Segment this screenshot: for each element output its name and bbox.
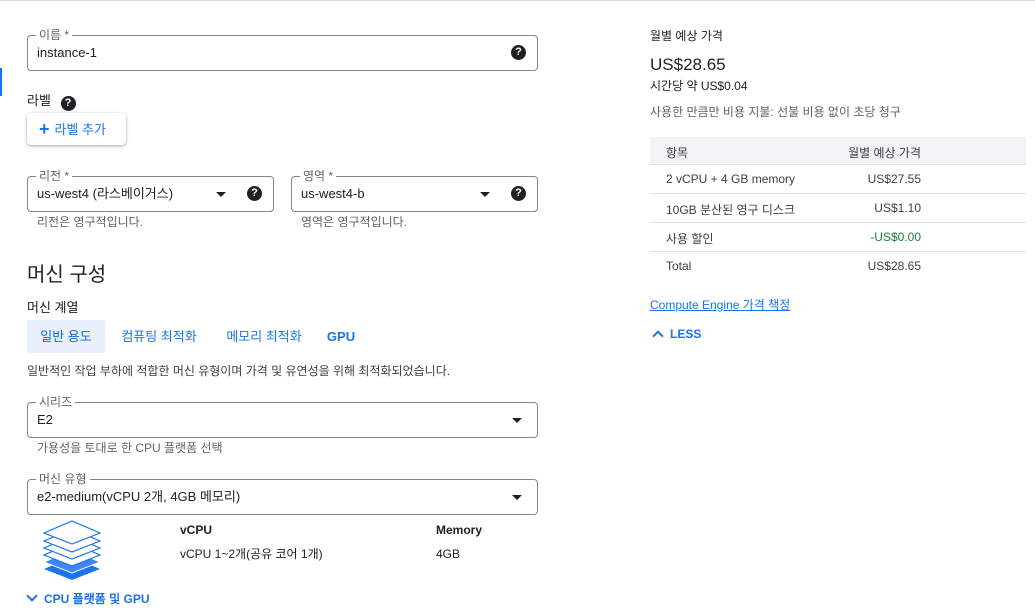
help-icon[interactable]: ? [247,186,262,201]
cpu-platform-gpu-toggle[interactable]: CPU 플랫폼 및 GPU [26,590,150,607]
zone-select-label: 영역 * [300,168,337,184]
zone-select[interactable]: 영역 * us-west4-b ? [291,168,538,212]
tab-memory-optimized[interactable]: 메모리 최적화 [216,320,312,353]
add-label-button[interactable]: + 라벨 추가 [27,113,126,145]
row-item: Total [666,259,692,273]
row-price: US$27.55 [867,172,921,186]
region-select[interactable]: 리전 * us-west4 (라스베이거스) ? [27,168,274,212]
machine-config-title: 머신 구성 [27,264,107,286]
pricing-title: 월별 예상 가격 [650,29,723,43]
table-row-total: Total US$28.65 [650,252,1026,281]
vcpu-header: vCPU [180,523,213,537]
cpu-platform-gpu-text: CPU 플랫폼 및 GPU [44,592,150,606]
tab-general-purpose[interactable]: 일반 용도 [27,320,105,353]
table-row: 10GB 분산된 영구 디스크 US$1.10 [650,194,1026,223]
dropdown-arrow-icon[interactable] [480,192,490,197]
monthly-price: US$28.65 [650,55,726,74]
machine-type-select-value: e2-medium(vCPU 2개, 4GB 메모리) [37,489,241,504]
pricing-link[interactable]: Compute Engine 가격 책정 [650,297,790,313]
machine-family-description: 일반적인 작업 부하에 적합한 머신 유형이며 가격 및 유연성을 위해 최적화… [27,364,451,378]
zone-hint: 영역은 영구적입니다. [301,215,408,229]
tab-compute-optimized[interactable]: 컴퓨팅 최적화 [111,320,207,353]
header-item: 항목 [666,146,689,160]
pricing-table: 항목 월별 예상 가격 2 vCPU + 4 GB memory US$27.5… [650,137,1026,281]
chevron-down-icon [26,590,38,602]
add-label-button-text: 라벨 추가 [54,122,106,137]
less-toggle[interactable]: LESS [652,326,702,342]
layers-icon [42,520,102,580]
dropdown-arrow-icon[interactable] [216,192,226,197]
vcpu-value: vCPU 1~2개(공유 코어 1개) [180,547,323,561]
scroll-position-indicator [0,68,2,96]
row-price: US$1.10 [874,201,921,215]
table-row: 2 vCPU + 4 GB memory US$27.55 [650,165,1026,194]
series-select[interactable]: 시리즈 E2 [27,394,538,438]
memory-header: Memory [436,523,483,537]
name-field[interactable]: 이름 * instance-1 ? [27,27,538,71]
table-row: 사용 할인 -US$0.00 [650,223,1026,252]
memory-value: 4GB [436,547,461,561]
pricing-note: 사용한 만큼만 비용 지불: 선불 비용 없이 초당 청구 [650,105,901,119]
tab-gpu[interactable]: GPU [320,320,362,353]
machine-family-label: 머신 계열 [27,300,79,315]
dropdown-arrow-icon[interactable] [512,418,522,423]
dropdown-arrow-icon[interactable] [512,495,522,500]
header-price: 월별 예상 가격 [848,146,921,160]
plus-icon: + [39,119,50,139]
top-divider [0,0,1035,1]
help-icon[interactable]: ? [511,186,526,201]
row-item: 10GB 분산된 영구 디스크 [666,203,796,217]
less-toggle-text: LESS [670,327,702,341]
series-hint: 가용성을 토대로 한 CPU 플랫폼 선택 [37,441,223,455]
region-select-value: us-west4 (라스베이거스) [37,186,174,201]
hourly-price: 시간당 약 US$0.04 [650,79,748,93]
help-icon[interactable]: ? [60,96,76,111]
labels-heading: 라벨 ? [27,90,76,111]
pricing-table-header: 항목 월별 예상 가격 [650,137,1026,165]
labels-heading-text: 라벨 [27,93,51,108]
series-select-label: 시리즈 [36,394,76,410]
row-price: -US$0.00 [870,230,921,244]
row-item: 2 vCPU + 4 GB memory [666,172,796,186]
row-price: US$28.65 [867,259,921,273]
name-field-label: 이름 * [36,27,73,43]
row-item: 사용 할인 [666,232,714,246]
machine-type-select[interactable]: 머신 유형 e2-medium(vCPU 2개, 4GB 메모리) [27,471,538,515]
machine-type-select-label: 머신 유형 [36,471,90,487]
region-select-label: 리전 * [36,168,73,184]
series-select-value: E2 [37,412,53,427]
region-hint: 리전은 영구적입니다. [37,215,144,229]
chevron-up-icon [652,330,664,342]
name-field-value[interactable]: instance-1 [37,45,97,61]
help-icon[interactable]: ? [511,45,526,60]
zone-select-value: us-west4-b [301,186,365,201]
